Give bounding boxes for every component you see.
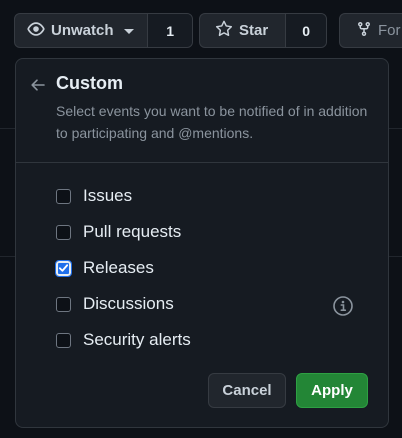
unwatch-button[interactable]: Unwatch (15, 14, 149, 47)
chevron-down-icon (123, 29, 134, 34)
option-releases[interactable]: Releases (55, 255, 154, 281)
fork-button-group: For (339, 13, 402, 48)
star-button[interactable]: Star (200, 14, 287, 47)
eye-icon (27, 20, 45, 42)
security-alerts-checkbox[interactable] (56, 332, 71, 348)
apply-button[interactable]: Apply (296, 373, 368, 408)
fork-label: For (378, 22, 401, 39)
page-divider (0, 256, 15, 257)
releases-checkbox[interactable] (55, 259, 72, 277)
star-label: Star (239, 22, 269, 39)
unwatch-label: Unwatch (51, 22, 114, 39)
option-issues[interactable]: Issues (56, 183, 132, 209)
custom-notifications-panel: Custom Select events you want to be noti… (15, 58, 389, 428)
panel-title: Custom (56, 73, 123, 93)
pull-requests-checkbox[interactable] (56, 224, 71, 240)
star-button-group: Star 0 (199, 13, 327, 48)
watch-count[interactable]: 1 (148, 14, 192, 47)
cancel-button[interactable]: Cancel (208, 373, 286, 408)
fork-icon (356, 20, 372, 42)
discussions-checkbox[interactable] (56, 296, 71, 312)
fork-button[interactable]: For (340, 14, 402, 47)
star-count[interactable]: 0 (286, 14, 326, 47)
page-divider (389, 256, 402, 257)
panel-header: Custom Select events you want to be noti… (16, 59, 388, 162)
panel-description: Select events you want to be notified of… (56, 103, 368, 141)
panel-divider (16, 162, 388, 163)
option-label: Discussions (83, 294, 174, 313)
option-label: Releases (83, 258, 154, 277)
option-label: Pull requests (83, 222, 182, 241)
star-icon (215, 20, 233, 42)
option-label: Security alerts (83, 330, 191, 349)
page-divider (0, 128, 15, 129)
option-pull-requests[interactable]: Pull requests (56, 219, 181, 245)
check-icon (58, 264, 69, 272)
option-security-alerts[interactable]: Security alerts (56, 327, 191, 353)
option-label: Issues (83, 186, 133, 205)
unwatch-button-group: Unwatch 1 (14, 13, 193, 48)
issues-checkbox[interactable] (56, 188, 71, 204)
arrow-left-icon[interactable] (30, 77, 46, 98)
info-icon[interactable] (332, 295, 354, 322)
option-discussions[interactable]: Discussions (56, 291, 174, 317)
page-divider (389, 128, 402, 129)
